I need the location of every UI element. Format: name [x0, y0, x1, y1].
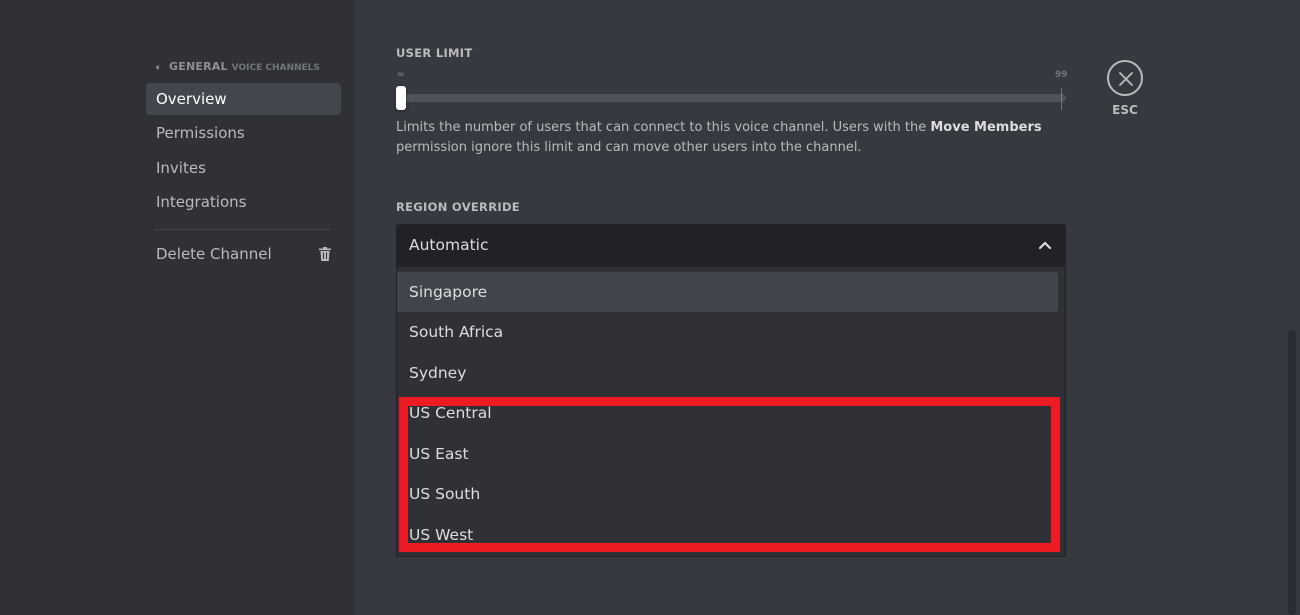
sidebar-item-invites[interactable]: Invites — [146, 152, 341, 184]
page-scrollbar[interactable] — [1288, 330, 1296, 615]
region-option-us-south[interactable]: US South — [397, 474, 1058, 514]
region-option-us-west[interactable]: US West — [397, 515, 1058, 555]
channel-header: 🔈︎ GENERAL VOICE CHANNELS — [156, 60, 320, 73]
channel-category: VOICE CHANNELS — [231, 63, 320, 73]
slider-min-marker: ∞ — [397, 70, 405, 80]
region-option-us-east[interactable]: US East — [397, 434, 1058, 474]
region-option-singapore[interactable]: Singapore — [397, 272, 1058, 312]
chevron-up-icon — [1038, 241, 1052, 250]
channel-name: GENERAL — [169, 60, 228, 73]
region-select[interactable]: Automatic — [396, 224, 1066, 267]
sidebar-divider — [155, 229, 331, 230]
slider-end-tick — [1061, 88, 1062, 110]
region-option-south-africa[interactable]: South Africa — [397, 312, 1058, 352]
region-dropdown-menu: Singapore South Africa Sydney US Central… — [396, 267, 1066, 557]
region-override-label: REGION OVERRIDE — [396, 200, 520, 214]
delete-channel-label: Delete Channel — [156, 245, 272, 263]
esc-label: ESC — [1112, 103, 1138, 117]
help-text-part: permission ignore this limit and can mov… — [396, 140, 862, 155]
sidebar-item-integrations[interactable]: Integrations — [146, 186, 341, 218]
trash-icon — [319, 247, 331, 261]
close-icon — [1119, 72, 1133, 86]
help-text-bold: Move Members — [930, 120, 1042, 135]
help-text-part: Limits the number of users that can conn… — [396, 120, 931, 135]
user-limit-help-text: Limits the number of users that can conn… — [396, 118, 1056, 158]
user-limit-label: USER LIMIT — [396, 46, 473, 60]
region-option-sydney[interactable]: Sydney — [397, 353, 1058, 393]
speaker-icon: 🔈︎ — [156, 63, 162, 73]
sidebar-item-overview[interactable]: Overview — [146, 83, 341, 115]
region-option-us-central[interactable]: US Central — [397, 393, 1058, 433]
region-selected-value: Automatic — [409, 236, 489, 254]
sidebar-item-permissions[interactable]: Permissions — [146, 117, 341, 149]
user-limit-slider-handle[interactable] — [396, 86, 406, 110]
close-button[interactable] — [1107, 60, 1143, 96]
user-limit-slider-track[interactable] — [400, 94, 1066, 102]
delete-channel-button[interactable]: Delete Channel — [146, 238, 341, 270]
slider-max-marker: 99 — [1055, 70, 1068, 80]
